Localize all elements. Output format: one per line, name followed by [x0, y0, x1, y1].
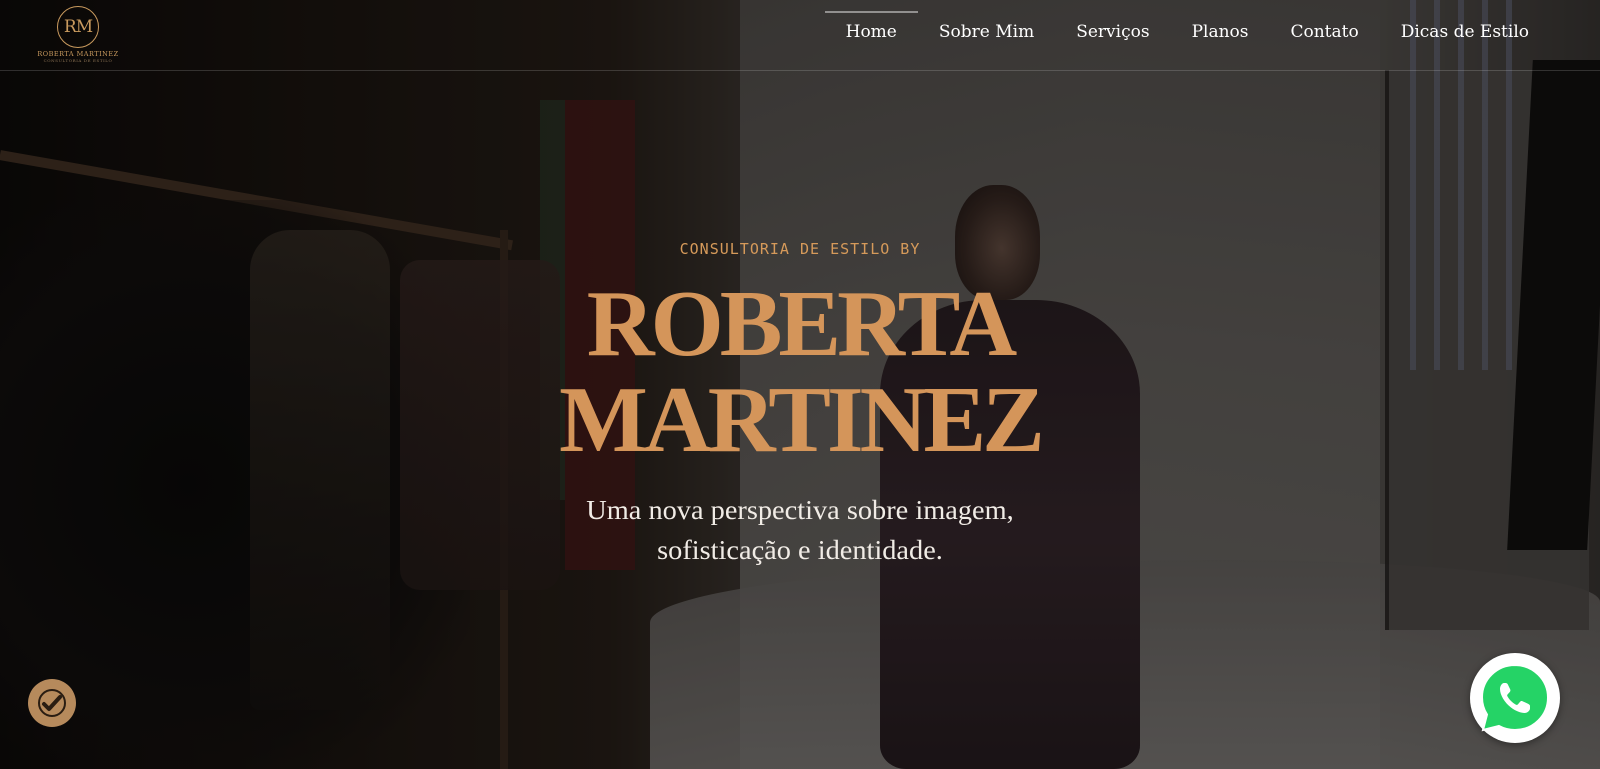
hero-content: CONSULTORIA DE ESTILO BY ROBERTA MARTINE…: [500, 240, 1100, 570]
nav-item-home[interactable]: Home: [824, 11, 919, 54]
nav-item-sobre-mim[interactable]: Sobre Mim: [918, 12, 1055, 54]
hero-subtitle-line-2: sofisticação e identidade.: [657, 535, 943, 565]
accessibility-icon: [38, 689, 66, 717]
site-header: RM ROBERTA MARTINEZ CONSULTORIA DE ESTIL…: [0, 0, 1600, 71]
whatsapp-icon: [1480, 663, 1550, 732]
logo-name: ROBERTA MARTINEZ: [37, 50, 119, 58]
hero-section: RM ROBERTA MARTINEZ CONSULTORIA DE ESTIL…: [0, 0, 1600, 769]
nav-item-servicos[interactable]: Serviços: [1055, 12, 1170, 54]
hero-subtitle-line-1: Uma nova perspectiva sobre imagem,: [586, 495, 1014, 525]
whatsapp-button[interactable]: [1470, 653, 1560, 743]
hero-title: ROBERTA MARTINEZ: [500, 276, 1100, 468]
hero-subtitle: Uma nova perspectiva sobre imagem, sofis…: [485, 490, 1115, 570]
hero-title-line-2: MARTINEZ: [559, 368, 1045, 472]
accessibility-button[interactable]: [28, 679, 76, 727]
nav-item-planos[interactable]: Planos: [1171, 12, 1270, 54]
logo-tagline: CONSULTORIA DE ESTILO: [43, 58, 113, 63]
nav-item-dicas-de-estilo[interactable]: Dicas de Estilo: [1380, 12, 1550, 54]
site-logo[interactable]: RM ROBERTA MARTINEZ CONSULTORIA DE ESTIL…: [36, 6, 120, 66]
main-nav: Home Sobre Mim Serviços Planos Contato D…: [824, 11, 1550, 54]
hero-kicker: CONSULTORIA DE ESTILO BY: [679, 240, 921, 258]
logo-monogram: RM: [57, 6, 99, 48]
nav-item-contato[interactable]: Contato: [1269, 12, 1379, 54]
hero-title-line-1: ROBERTA: [586, 272, 1018, 376]
